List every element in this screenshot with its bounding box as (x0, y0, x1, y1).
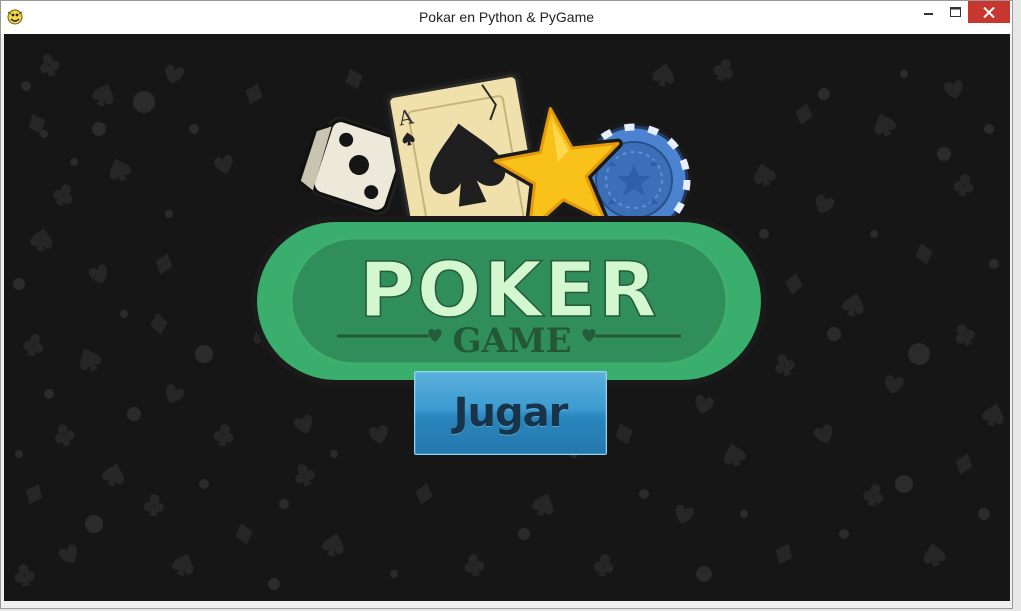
minimize-button[interactable] (916, 1, 942, 23)
game-canvas[interactable]: A POKER GAME Jugar (4, 34, 1010, 601)
title-bar[interactable]: Pokar en Python & PyGame (1, 1, 1012, 34)
game-window: Pokar en Python & PyGame A POKER GAME Ju… (0, 0, 1013, 609)
play-button-label: Jugar (453, 390, 569, 436)
window-title: Pokar en Python & PyGame (418, 9, 595, 25)
maximize-icon (949, 7, 961, 17)
maximize-button[interactable] (942, 1, 968, 23)
close-icon (983, 6, 995, 18)
window-edge (1013, 0, 1021, 611)
logo-banner: POKER GAME (251, 216, 767, 386)
logo-subtitle: GAME (453, 321, 572, 361)
close-button[interactable] (968, 1, 1010, 23)
play-button[interactable]: Jugar (414, 371, 607, 455)
poker-game-logo: A POKER GAME (251, 70, 767, 386)
minimize-icon (924, 13, 933, 15)
